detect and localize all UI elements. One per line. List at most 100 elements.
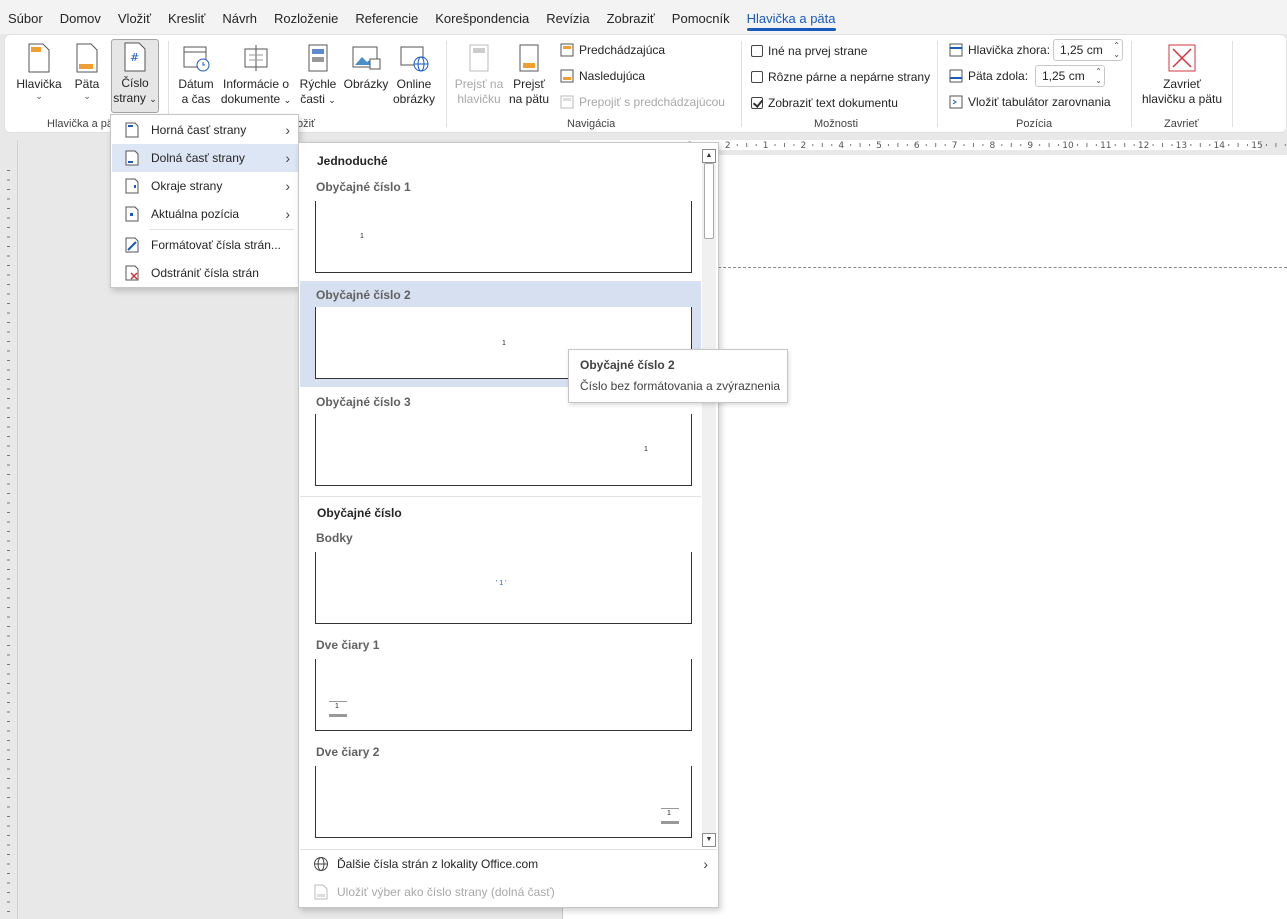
- vertical-ruler-tick: [7, 673, 10, 675]
- odd-even-checkbox[interactable]: Rôzne párne a nepárne strany: [751, 70, 930, 84]
- show-document-text-checkbox[interactable]: Zobraziť text dokumentu: [751, 96, 898, 110]
- footer-from-bottom-input[interactable]: 1,25 cm ⌃ ⌄: [1035, 65, 1105, 87]
- header-button[interactable]: Hlavička ⌄: [13, 41, 65, 117]
- spinner-arrows-icon[interactable]: ⌃ ⌄: [1113, 41, 1120, 59]
- ruler-tick: [1199, 143, 1201, 147]
- tab-review[interactable]: Revízia: [538, 0, 598, 34]
- footer-button[interactable]: Päta ⌄: [69, 41, 105, 117]
- pictures-button[interactable]: Obrázky: [343, 41, 389, 117]
- scroll-thumb[interactable]: [704, 163, 714, 239]
- menu-item-format-page-numbers[interactable]: Formátovať čísla strán...: [112, 231, 298, 259]
- online-pictures-label: Online: [396, 77, 432, 91]
- vertical-ruler-tick: [7, 217, 10, 219]
- vertical-ruler-tick: [7, 702, 10, 703]
- tab-view[interactable]: Zobraziť: [599, 0, 664, 34]
- ruler-tick: [906, 144, 908, 146]
- ruler-tick: [1265, 144, 1267, 146]
- next-button[interactable]: Nasledujúca: [560, 69, 645, 83]
- gallery-item-two-lines-2[interactable]: Dve čiary 2 1: [300, 740, 701, 846]
- tab-design[interactable]: Návrh: [214, 0, 266, 34]
- vertical-ruler-tick: [7, 483, 10, 485]
- online-pictures-button[interactable]: Online obrázky: [391, 41, 437, 117]
- vertical-ruler-tick: [7, 388, 10, 390]
- tab-file[interactable]: Súbor: [0, 0, 52, 34]
- ruler-tick-label: 15: [1251, 141, 1262, 151]
- gallery-item-plain-number-3[interactable]: Obyčajné číslo 3 1: [300, 388, 701, 494]
- chevron-down-icon: ⌄: [83, 91, 91, 101]
- ruler-tick-label: 12: [1138, 141, 1149, 151]
- pictures-label: Obrázky: [343, 77, 389, 91]
- page-number-label-2: strany: [113, 91, 146, 105]
- menu-item-top-of-page[interactable]: Horná časť strany ›: [112, 116, 298, 144]
- ruler-tick-label: 9: [1027, 141, 1033, 151]
- previous-button[interactable]: Predchádzajúca: [560, 43, 665, 57]
- menu-separator: [149, 229, 294, 230]
- insert-alignment-tab-button[interactable]: Vložiť tabulátor zarovnania: [949, 95, 1111, 109]
- tab-draw[interactable]: Kresliť: [160, 0, 214, 34]
- gallery-item-two-lines-1[interactable]: Dve čiary 1 1: [300, 633, 701, 739]
- different-first-page-checkbox[interactable]: Iné na prvej strane: [751, 44, 867, 58]
- vertical-ruler-ticks: [7, 170, 10, 912]
- gallery-scrollbar[interactable]: ▲ ▼: [702, 149, 716, 847]
- online-pictures-label-2: obrázky: [392, 92, 436, 106]
- menu-item-current-position[interactable]: Aktuálna pozícia ›: [112, 200, 298, 228]
- close-header-footer-button[interactable]: Zavrieť hlavičku a pätu: [1139, 41, 1225, 117]
- vertical-ruler-tick: [7, 502, 10, 504]
- header-from-top-input[interactable]: 1,25 cm ⌃ ⌄: [1053, 39, 1123, 61]
- gallery-section-header: Jednoduché: [317, 154, 388, 168]
- ruler-tick-label: 11: [1100, 141, 1111, 151]
- ruler-tick: [1058, 144, 1060, 146]
- tab-header-footer[interactable]: Hlavička a päta: [739, 0, 845, 34]
- more-page-numbers-office-button[interactable]: Ďalšie čísla strán z lokality Office.com…: [300, 850, 717, 878]
- tab-help[interactable]: Pomocník: [664, 0, 739, 34]
- decorative-line: [329, 701, 347, 702]
- date-time-label: Dátum: [178, 77, 214, 91]
- menu-item-page-margins[interactable]: Okraje strany ›: [112, 172, 298, 200]
- group-label-header-footer: Hlavička a pä: [47, 118, 114, 130]
- vertical-ruler-tick: [7, 198, 10, 200]
- go-to-header-button[interactable]: Prejsť na hlavičku: [453, 41, 505, 117]
- tab-home[interactable]: Domov: [52, 0, 110, 34]
- tab-references[interactable]: Referencie: [347, 0, 427, 34]
- go-to-footer-button[interactable]: Prejsť na pätu: [507, 41, 551, 117]
- vertical-ruler-tick: [7, 284, 10, 285]
- gallery-item-title: Bodky: [316, 531, 353, 545]
- vertical-ruler-tick: [7, 521, 10, 523]
- tab-mailings[interactable]: Korešpondencia: [427, 0, 538, 34]
- page-number-button[interactable]: # Číslo strany ⌄: [111, 39, 159, 113]
- group-label-close: Zavrieť: [1164, 118, 1199, 130]
- ruler-tick: [821, 143, 823, 147]
- vertical-ruler-tick: [7, 540, 10, 542]
- menu-item-remove-page-numbers[interactable]: Odstrániť čísla strán: [112, 259, 298, 287]
- tab-layout[interactable]: Rozloženie: [266, 0, 347, 34]
- spinner-arrows-icon[interactable]: ⌃ ⌄: [1095, 67, 1102, 85]
- scroll-down-icon[interactable]: ▼: [702, 833, 716, 847]
- menu-item-bottom-of-page[interactable]: Dolná časť strany ›: [112, 144, 298, 172]
- vertical-ruler-tick: [7, 892, 10, 893]
- vertical-ruler[interactable]: [0, 140, 18, 919]
- different-first-page-label: Iné na prvej strane: [768, 44, 868, 58]
- link-to-previous-button[interactable]: Prepojiť s predchádzajúcou: [560, 95, 725, 109]
- gallery-item-dots[interactable]: Bodky ' 1 ': [300, 526, 701, 632]
- tab-insert[interactable]: Vložiť: [110, 0, 160, 34]
- gallery-item-preview: 1: [315, 201, 692, 273]
- scroll-up-icon[interactable]: ▲: [702, 149, 716, 163]
- date-time-button[interactable]: Dátum a čas: [175, 41, 217, 117]
- document-info-icon: [244, 45, 268, 71]
- decorative-line: [661, 808, 679, 809]
- page-number-label: Číslo: [121, 76, 149, 90]
- tooltip-description: Číslo bez formátovania a zvýraznenia: [580, 379, 781, 393]
- document-info-button[interactable]: Informácie o dokumente ⌄: [219, 41, 293, 117]
- gallery-item-plain-number-1[interactable]: Obyčajné číslo 1 1: [300, 173, 701, 279]
- ruler-tick-label: 5: [876, 141, 882, 151]
- vertical-ruler-tick: [7, 274, 10, 276]
- vertical-ruler-tick: [7, 597, 10, 599]
- ruler-tick-label: 1: [763, 141, 769, 151]
- ruler-tick: [1284, 144, 1286, 146]
- save-selection-button[interactable]: Uložiť výber ako číslo strany (dolná čas…: [300, 878, 717, 906]
- quick-parts-button[interactable]: Rýchle časti ⌄: [297, 41, 339, 117]
- ruler-tick: [1162, 143, 1163, 147]
- chevron-right-icon: ›: [285, 178, 290, 194]
- ruler-tick: [897, 143, 899, 147]
- vertical-ruler-tick: [7, 227, 10, 228]
